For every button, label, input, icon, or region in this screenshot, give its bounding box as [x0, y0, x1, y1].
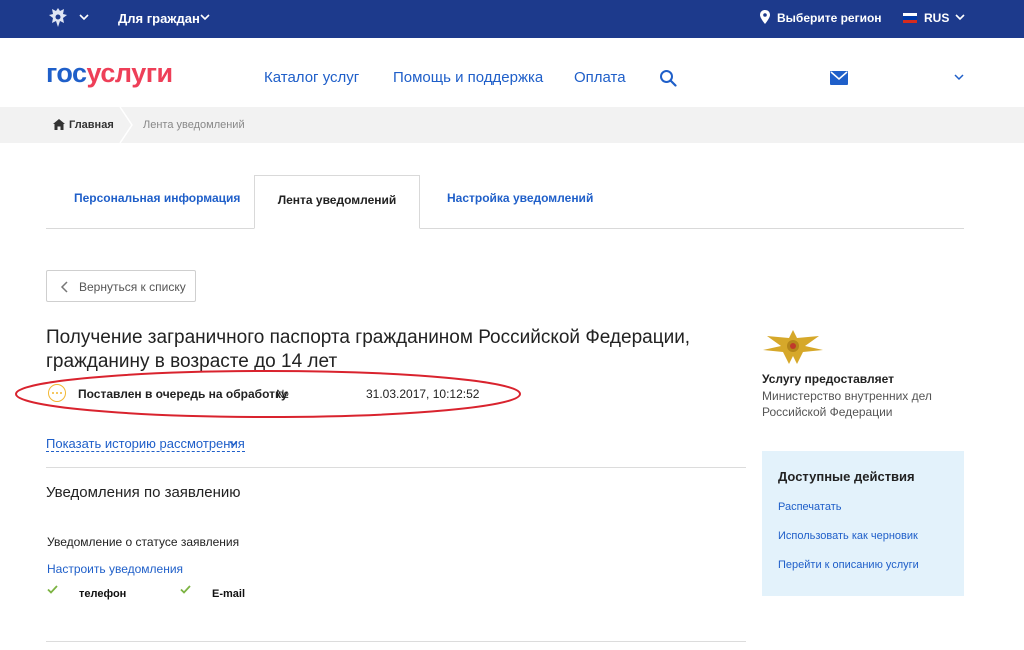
back-to-list-label: Вернуться к списку	[79, 280, 186, 294]
show-history-link[interactable]: Показать историю рассмотрения	[46, 436, 245, 452]
section-divider	[46, 467, 746, 468]
chevron-down-icon[interactable]	[200, 12, 210, 22]
use-as-draft-link[interactable]: Использовать как черновик	[778, 530, 918, 542]
russian-flag-icon	[903, 13, 917, 23]
logo-part-uslugi: услуги	[86, 58, 174, 88]
service-description-link[interactable]: Перейти к описанию услуги	[778, 559, 919, 571]
breadcrumb-current: Лента уведомлений	[143, 119, 245, 131]
coat-of-arms-icon[interactable]	[47, 6, 69, 30]
nav-catalog[interactable]: Каталог услуг	[264, 69, 359, 86]
checkmark-icon	[180, 585, 191, 594]
chevron-down-icon[interactable]	[955, 12, 965, 22]
highlight-ellipse	[15, 370, 521, 418]
chevron-down-icon[interactable]	[229, 440, 238, 447]
breadcrumb-separator	[119, 107, 133, 143]
nav-help[interactable]: Помощь и поддержка	[393, 69, 543, 86]
tabs-divider	[46, 228, 964, 229]
gosuslugi-logo[interactable]: госуслуги	[46, 58, 173, 89]
region-selector[interactable]: Выберите регион	[777, 11, 882, 25]
citizens-menu[interactable]: Для граждан	[118, 11, 200, 26]
available-actions-panel: Доступные действия Распечатать Использов…	[762, 451, 964, 596]
location-pin-icon	[760, 10, 770, 24]
print-link[interactable]: Распечатать	[778, 501, 841, 513]
status-notification-label: Уведомление о статусе заявления	[47, 535, 240, 549]
configure-notifications-link[interactable]: Настроить уведомления	[47, 562, 183, 576]
top-bar: Для граждан Выберите регион RUS	[0, 0, 1024, 38]
channel-phone: телефон	[79, 588, 127, 600]
logo-part-gos: гос	[46, 58, 87, 88]
checkmark-icon	[47, 585, 58, 594]
provider-heading: Услугу предоставляет	[762, 372, 895, 386]
section-divider	[46, 641, 746, 642]
chevron-left-icon	[60, 281, 68, 293]
page-title: Получение заграничного паспорта граждани…	[46, 327, 691, 372]
tab-notification-feed[interactable]: Лента уведомлений	[254, 175, 420, 229]
mail-icon[interactable]	[830, 71, 848, 85]
channel-email: E-mail	[212, 588, 246, 600]
language-selector[interactable]: RUS	[924, 11, 949, 25]
chevron-down-icon[interactable]	[79, 12, 89, 22]
back-to-list-button[interactable]: Вернуться к списку	[46, 270, 196, 302]
nav-payment[interactable]: Оплата	[574, 69, 626, 86]
tab-notification-feed-label: Лента уведомлений	[277, 193, 397, 207]
chevron-down-icon[interactable]	[954, 73, 964, 81]
tab-personal-info[interactable]: Персональная информация	[74, 191, 240, 205]
search-icon[interactable]	[659, 69, 677, 87]
available-actions-title: Доступные действия	[778, 469, 915, 484]
breadcrumb-home[interactable]: Главная	[69, 119, 114, 131]
provider-name: Министерство внутренних дел Российской Ф…	[762, 389, 932, 419]
ministry-emblem-icon	[763, 330, 823, 364]
notifications-section-title: Уведомления по заявлению	[46, 484, 241, 501]
home-icon[interactable]	[53, 119, 65, 130]
tab-notification-settings[interactable]: Настройка уведомлений	[447, 191, 593, 205]
